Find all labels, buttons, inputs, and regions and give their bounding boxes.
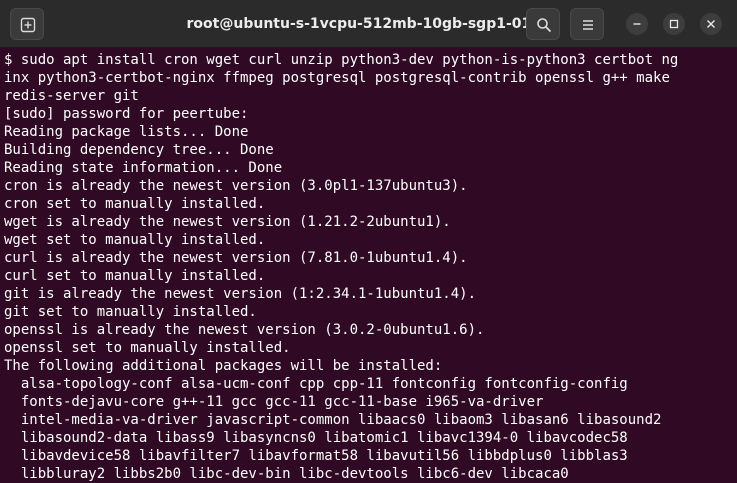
- minimize-icon: [633, 23, 641, 25]
- terminal-line: cron set to manually installed.: [4, 196, 266, 212]
- terminal-line: fonts-dejavu-core g++-11 gcc gcc-11 gcc-…: [4, 394, 544, 410]
- terminal-line: alsa-topology-conf alsa-ucm-conf cpp cpp…: [4, 376, 628, 392]
- terminal-line: libasound2-data libass9 libasyncns0 liba…: [4, 430, 628, 446]
- close-icon: [707, 20, 715, 28]
- search-button[interactable]: [526, 8, 560, 40]
- terminal-line: openssl set to manually installed.: [4, 340, 291, 356]
- terminal-line: git set to manually installed.: [4, 304, 257, 320]
- close-button[interactable]: [700, 13, 722, 35]
- terminal-line: cron is already the newest version (3.0p…: [4, 178, 468, 194]
- terminal-line: Building dependency tree... Done: [4, 142, 274, 158]
- new-tab-icon: [20, 17, 36, 33]
- terminal-line: wget is already the newest version (1.21…: [4, 214, 451, 230]
- terminal-line: curl is already the newest version (7.81…: [4, 250, 468, 266]
- maximize-button[interactable]: [663, 13, 685, 35]
- terminal-line: inx python3-certbot-nginx ffmpeg postgre…: [4, 70, 670, 86]
- terminal-line: wget set to manually installed.: [4, 232, 266, 248]
- terminal-line: libavdevice58 libavfilter7 libavformat58…: [4, 448, 628, 464]
- terminal-line: $ sudo apt install cron wget curl unzip …: [4, 52, 679, 68]
- title-bar[interactable]: root@ubuntu-s-1vcpu-512mb-10gb-sgp1-01: …: [0, 0, 737, 48]
- hamburger-menu-icon: [583, 20, 593, 30]
- window-title: root@ubuntu-s-1vcpu-512mb-10gb-sgp1-01: …: [186, 16, 554, 32]
- search-icon: [537, 18, 552, 33]
- terminal-line: git is already the newest version (1:2.3…: [4, 286, 477, 302]
- terminal-line: redis-server git: [4, 88, 139, 104]
- terminal-line: Reading package lists... Done: [4, 124, 249, 140]
- terminal-line: intel-media-va-driver javascript-common …: [4, 412, 662, 428]
- terminal-output[interactable]: $ sudo apt install cron wget curl unzip …: [4, 51, 737, 483]
- new-tab-button[interactable]: [10, 8, 44, 40]
- terminal-line: [sudo] password for peertube:: [4, 106, 249, 122]
- minimize-button[interactable]: [626, 13, 648, 35]
- menu-button[interactable]: [570, 8, 604, 40]
- terminal-window: root@ubuntu-s-1vcpu-512mb-10gb-sgp1-01: …: [0, 0, 737, 483]
- terminal-line: curl set to manually installed.: [4, 268, 266, 284]
- terminal-line: The following additional packages will b…: [4, 358, 443, 374]
- maximize-icon: [669, 19, 679, 29]
- terminal-line: openssl is already the newest version (3…: [4, 322, 485, 338]
- terminal-line: Reading state information... Done: [4, 160, 283, 176]
- terminal-line: libbluray2 libbs2b0 libc-dev-bin libc-de…: [4, 466, 569, 482]
